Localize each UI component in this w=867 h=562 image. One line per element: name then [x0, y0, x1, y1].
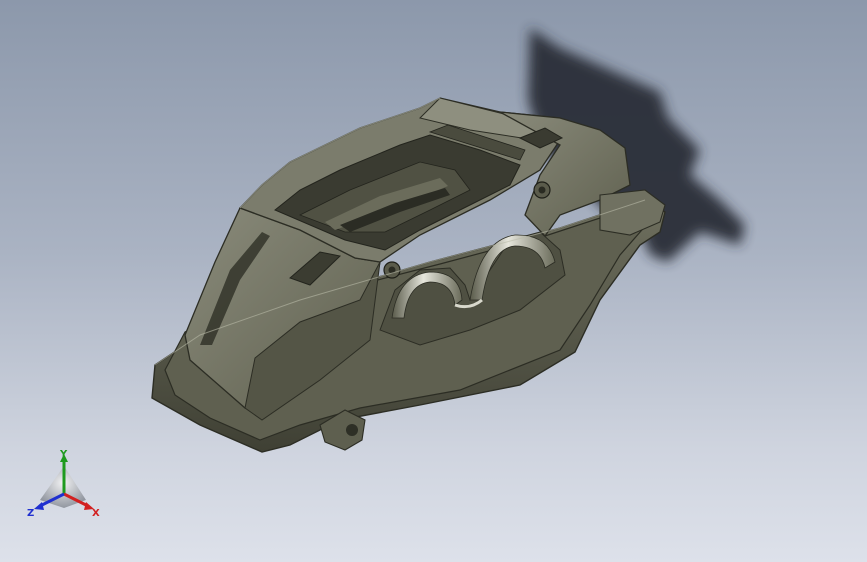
graphics-viewport[interactable]: Y X Z	[0, 0, 867, 562]
axis-triad: Y X Z	[27, 449, 100, 519]
brake-caliper-model[interactable]	[151, 97, 666, 453]
z-axis-label: Z	[27, 508, 34, 519]
model-canvas[interactable]	[0, 0, 867, 562]
x-axis-label: X	[92, 508, 100, 519]
y-axis-label: Y	[59, 449, 68, 460]
